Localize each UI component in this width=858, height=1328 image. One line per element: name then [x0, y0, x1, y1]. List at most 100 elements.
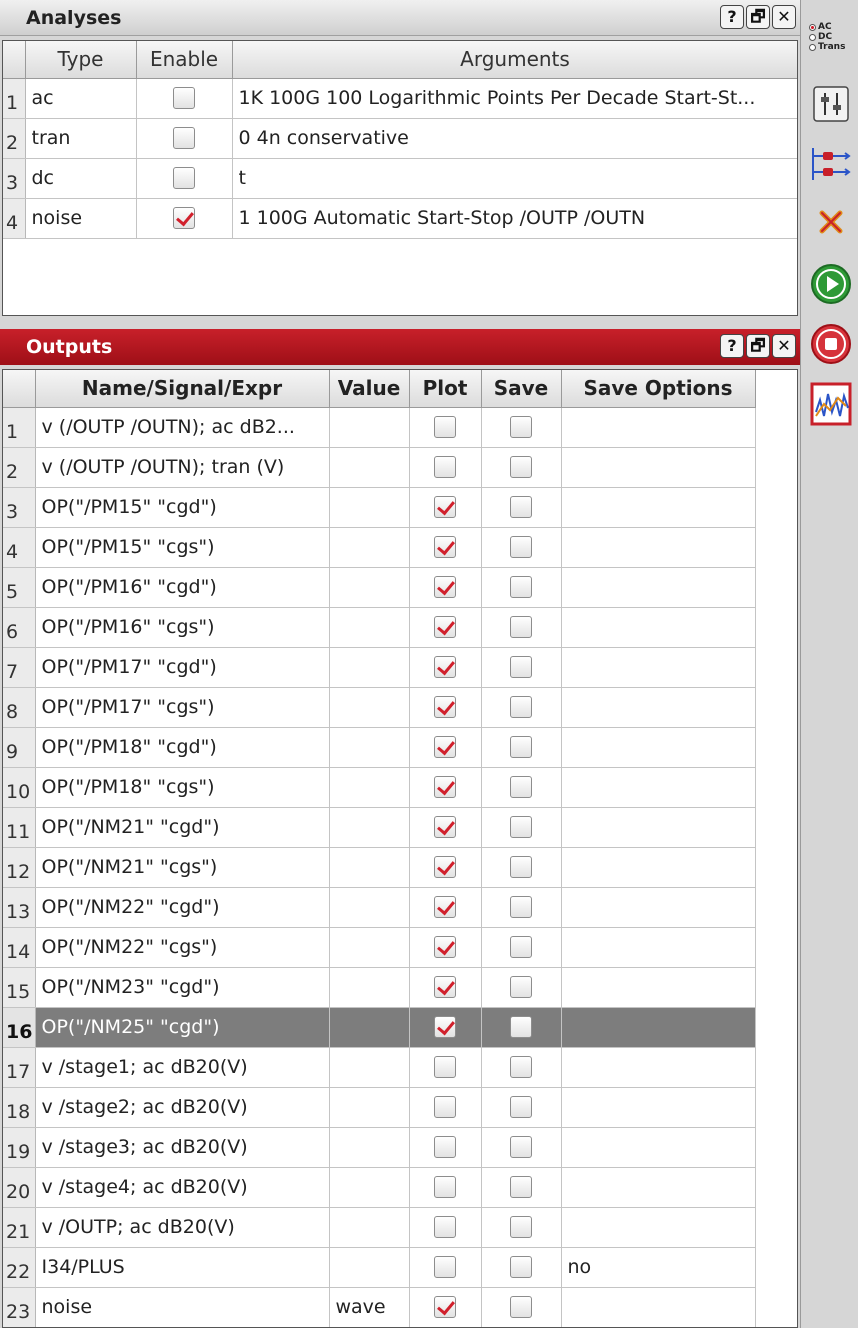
output-save-checkbox[interactable]	[510, 1136, 532, 1159]
output-plot-checkbox[interactable]	[434, 1216, 456, 1239]
output-row[interactable]: 7 OP("/PM17" "cgd")	[3, 647, 756, 688]
analysis-arguments-cell[interactable]: t	[232, 158, 797, 199]
output-save-options-cell[interactable]	[561, 447, 756, 488]
output-name-cell[interactable]: v /stage2; ac dB20(V)	[35, 1087, 330, 1128]
output-save-options-cell[interactable]	[561, 1087, 756, 1128]
output-save-options-cell[interactable]	[561, 1127, 756, 1168]
output-save-checkbox[interactable]	[510, 496, 532, 519]
sim-mode-dc-radio[interactable]	[809, 33, 816, 41]
output-save-options-cell[interactable]	[561, 967, 756, 1008]
output-name-cell[interactable]: v /stage4; ac dB20(V)	[35, 1167, 330, 1208]
output-name-cell[interactable]: OP("/NM23" "cgd")	[35, 967, 330, 1008]
output-save-options-cell[interactable]	[561, 847, 756, 888]
output-row[interactable]: 13 OP("/NM22" "cgd")	[3, 887, 756, 928]
output-save-checkbox[interactable]	[510, 1096, 532, 1119]
output-plot-checkbox[interactable]	[434, 536, 456, 559]
stop-button[interactable]	[809, 324, 853, 364]
output-name-cell[interactable]: v /stage1; ac dB20(V)	[35, 1047, 330, 1088]
output-save-checkbox[interactable]	[510, 1256, 532, 1279]
output-save-checkbox[interactable]	[510, 696, 532, 719]
analyses-help-button[interactable]: ?	[720, 5, 744, 29]
output-save-options-cell[interactable]	[561, 1287, 756, 1327]
output-row[interactable]: 6 OP("/PM16" "cgs")	[3, 607, 756, 648]
output-row[interactable]: 21 v /OUTP; ac dB20(V)	[3, 1207, 756, 1248]
output-name-cell[interactable]: OP("/PM18" "cgs")	[35, 767, 330, 808]
output-save-checkbox[interactable]	[510, 736, 532, 759]
output-save-checkbox[interactable]	[510, 1056, 532, 1079]
output-save-checkbox[interactable]	[510, 976, 532, 999]
output-plot-checkbox[interactable]	[434, 616, 456, 639]
output-row[interactable]: 1v (/OUTP /OUTN); ac dB2...	[3, 407, 756, 448]
output-row[interactable]: 10 OP("/PM18" "cgs")	[3, 767, 756, 808]
outputs-col-save[interactable]: Save	[481, 370, 562, 408]
output-save-options-cell[interactable]	[561, 567, 756, 608]
analysis-type-cell[interactable]: ac	[25, 78, 137, 119]
output-plot-checkbox[interactable]	[434, 896, 456, 919]
panel-splitter[interactable]	[0, 316, 800, 329]
output-save-options-cell[interactable]	[561, 807, 756, 848]
output-plot-checkbox[interactable]	[434, 936, 456, 959]
output-name-cell[interactable]: OP("/PM15" "cgd")	[35, 487, 330, 528]
analyses-float-button[interactable]: 🗗	[746, 5, 770, 29]
output-name-cell[interactable]: OP("/PM16" "cgd")	[35, 567, 330, 608]
netlist-button[interactable]	[809, 144, 853, 184]
output-row[interactable]: 17 v /stage1; ac dB20(V)	[3, 1047, 756, 1088]
sim-mode-dc[interactable]: DC	[809, 32, 845, 42]
output-name-cell[interactable]: OP("/PM16" "cgs")	[35, 607, 330, 648]
output-plot-checkbox[interactable]	[434, 576, 456, 599]
output-row[interactable]: 5 OP("/PM16" "cgd")	[3, 567, 756, 608]
output-name-cell[interactable]: OP("/NM21" "cgd")	[35, 807, 330, 848]
output-name-cell[interactable]: I34/PLUS	[35, 1247, 330, 1288]
run-button[interactable]	[809, 264, 853, 304]
analyses-col-arguments[interactable]: Arguments	[232, 41, 797, 79]
output-plot-checkbox[interactable]	[434, 1176, 456, 1199]
output-name-cell[interactable]: OP("/PM17" "cgs")	[35, 687, 330, 728]
output-save-checkbox[interactable]	[510, 656, 532, 679]
output-name-cell[interactable]: OP("/PM15" "cgs")	[35, 527, 330, 568]
sim-mode-trans[interactable]: Trans	[809, 42, 845, 52]
output-plot-checkbox[interactable]	[434, 1256, 456, 1279]
delete-button[interactable]	[809, 202, 853, 242]
analysis-arguments-cell[interactable]: 1 100G Automatic Start-Stop /OUTP /OUTN	[232, 198, 797, 239]
output-save-checkbox[interactable]	[510, 456, 532, 479]
analyses-close-button[interactable]: ✕	[772, 5, 796, 29]
analysis-row[interactable]: 2 tran 0 4n conservative	[3, 118, 797, 159]
output-row[interactable]: 20 v /stage4; ac dB20(V)	[3, 1167, 756, 1208]
analyses-col-type[interactable]: Type	[25, 41, 137, 79]
output-save-checkbox[interactable]	[510, 1176, 532, 1199]
output-name-cell[interactable]: v /stage3; ac dB20(V)	[35, 1127, 330, 1168]
output-row[interactable]: 2v (/OUTP /OUTN); tran (V)	[3, 447, 756, 488]
output-save-options-cell[interactable]	[561, 527, 756, 568]
output-save-options-cell[interactable]	[561, 487, 756, 528]
output-plot-checkbox[interactable]	[434, 656, 456, 679]
output-save-checkbox[interactable]	[510, 936, 532, 959]
output-save-checkbox[interactable]	[510, 1296, 532, 1319]
output-save-checkbox[interactable]	[510, 816, 532, 839]
output-row[interactable]: 12 OP("/NM21" "cgs")	[3, 847, 756, 888]
output-save-checkbox[interactable]	[510, 776, 532, 799]
output-save-options-cell[interactable]	[561, 927, 756, 968]
output-name-cell[interactable]: OP("/NM25" "cgd")	[35, 1007, 330, 1048]
output-save-options-cell[interactable]	[561, 607, 756, 648]
output-save-options-cell[interactable]	[561, 1047, 756, 1088]
output-plot-checkbox[interactable]	[434, 1016, 456, 1039]
output-plot-checkbox[interactable]	[434, 1096, 456, 1119]
output-row[interactable]: 18 v /stage2; ac dB20(V)	[3, 1087, 756, 1128]
output-save-checkbox[interactable]	[510, 1016, 532, 1039]
output-plot-checkbox[interactable]	[434, 976, 456, 999]
output-save-options-cell[interactable]: no	[561, 1247, 756, 1288]
output-save-checkbox[interactable]	[510, 416, 532, 439]
analysis-row[interactable]: 3 dc t	[3, 158, 797, 199]
outputs-float-button[interactable]: 🗗	[746, 334, 770, 358]
analysis-enable-checkbox[interactable]	[173, 167, 195, 190]
output-save-checkbox[interactable]	[510, 576, 532, 599]
waveform-button[interactable]	[809, 382, 853, 426]
output-row[interactable]: 23 noise wave	[3, 1287, 756, 1327]
analysis-row[interactable]: 1 ac 1K 100G 100 Logarithmic Points Per De…	[3, 78, 797, 119]
output-save-options-cell[interactable]	[561, 887, 756, 928]
output-name-cell[interactable]: OP("/PM18" "cgd")	[35, 727, 330, 768]
output-plot-checkbox[interactable]	[434, 696, 456, 719]
output-save-checkbox[interactable]	[510, 536, 532, 559]
output-save-options-cell[interactable]	[561, 687, 756, 728]
output-save-checkbox[interactable]	[510, 1216, 532, 1239]
